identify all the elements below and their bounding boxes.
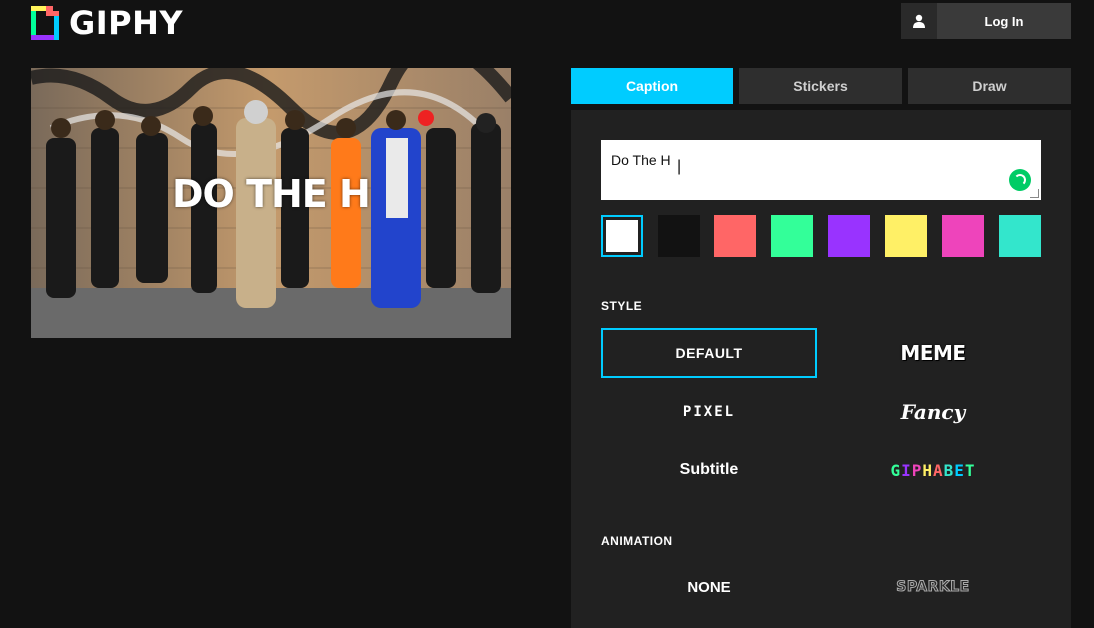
style-fancy-label: Fancy (900, 400, 966, 424)
style-subtitle-label: Subtitle (679, 461, 739, 478)
animation-none-button[interactable]: NONE (601, 562, 817, 612)
login-button[interactable]: Log In (901, 3, 1071, 39)
gif-preview: DO THE H (31, 68, 511, 338)
animation-none-label: NONE (687, 578, 731, 596)
user-icon (901, 3, 937, 39)
style-meme-button[interactable]: MEME (825, 328, 1041, 378)
style-section-label: STYLE (601, 299, 643, 313)
color-swatch-white[interactable] (601, 215, 643, 257)
style-meme-label: MEME (900, 341, 966, 365)
caption-input-value: Do The H (611, 152, 671, 168)
caption-panel: Do The H | STYLE DEFAULT MEME PIXEL Fanc… (571, 110, 1071, 628)
animation-section-label: ANIMATION (601, 534, 673, 548)
resize-handle-icon[interactable] (1030, 189, 1039, 198)
style-giphabet-button[interactable]: GIPHABET (825, 445, 1041, 495)
style-default-button[interactable]: DEFAULT (601, 328, 817, 378)
color-swatch-red[interactable] (714, 215, 756, 257)
grammar-check-icon[interactable] (1009, 169, 1031, 191)
caption-text-input[interactable]: Do The H | (601, 140, 1041, 200)
color-swatch-teal[interactable] (999, 215, 1041, 257)
color-swatch-purple[interactable] (828, 215, 870, 257)
color-swatch-yellow[interactable] (885, 215, 927, 257)
style-default-label: DEFAULT (675, 345, 743, 361)
login-label: Log In (984, 13, 1024, 29)
animation-sparkle-label: SPARKLE (896, 579, 970, 596)
giphy-logo-icon (31, 6, 59, 40)
gif-caption-overlay: DO THE H (172, 172, 371, 216)
style-pixel-button[interactable]: PIXEL (601, 387, 817, 437)
logo-wordmark: GIPHY (69, 4, 184, 42)
color-swatch-black[interactable] (658, 215, 700, 257)
animation-sparkle-button[interactable]: SPARKLE (825, 562, 1041, 612)
style-subtitle-button[interactable]: Subtitle (601, 445, 817, 495)
tab-draw[interactable]: Draw (908, 68, 1071, 104)
giphy-logo[interactable]: GIPHY (31, 6, 183, 40)
tab-stickers[interactable]: Stickers (739, 68, 902, 104)
style-pixel-label: PIXEL (682, 404, 736, 420)
color-swatch-pink[interactable] (942, 215, 984, 257)
text-cursor-icon: | (677, 158, 682, 175)
tab-caption[interactable]: Caption (571, 68, 733, 104)
style-giphabet-label: GIPHABET (890, 460, 976, 480)
style-fancy-button[interactable]: Fancy (825, 387, 1041, 437)
color-swatch-green[interactable] (771, 215, 813, 257)
